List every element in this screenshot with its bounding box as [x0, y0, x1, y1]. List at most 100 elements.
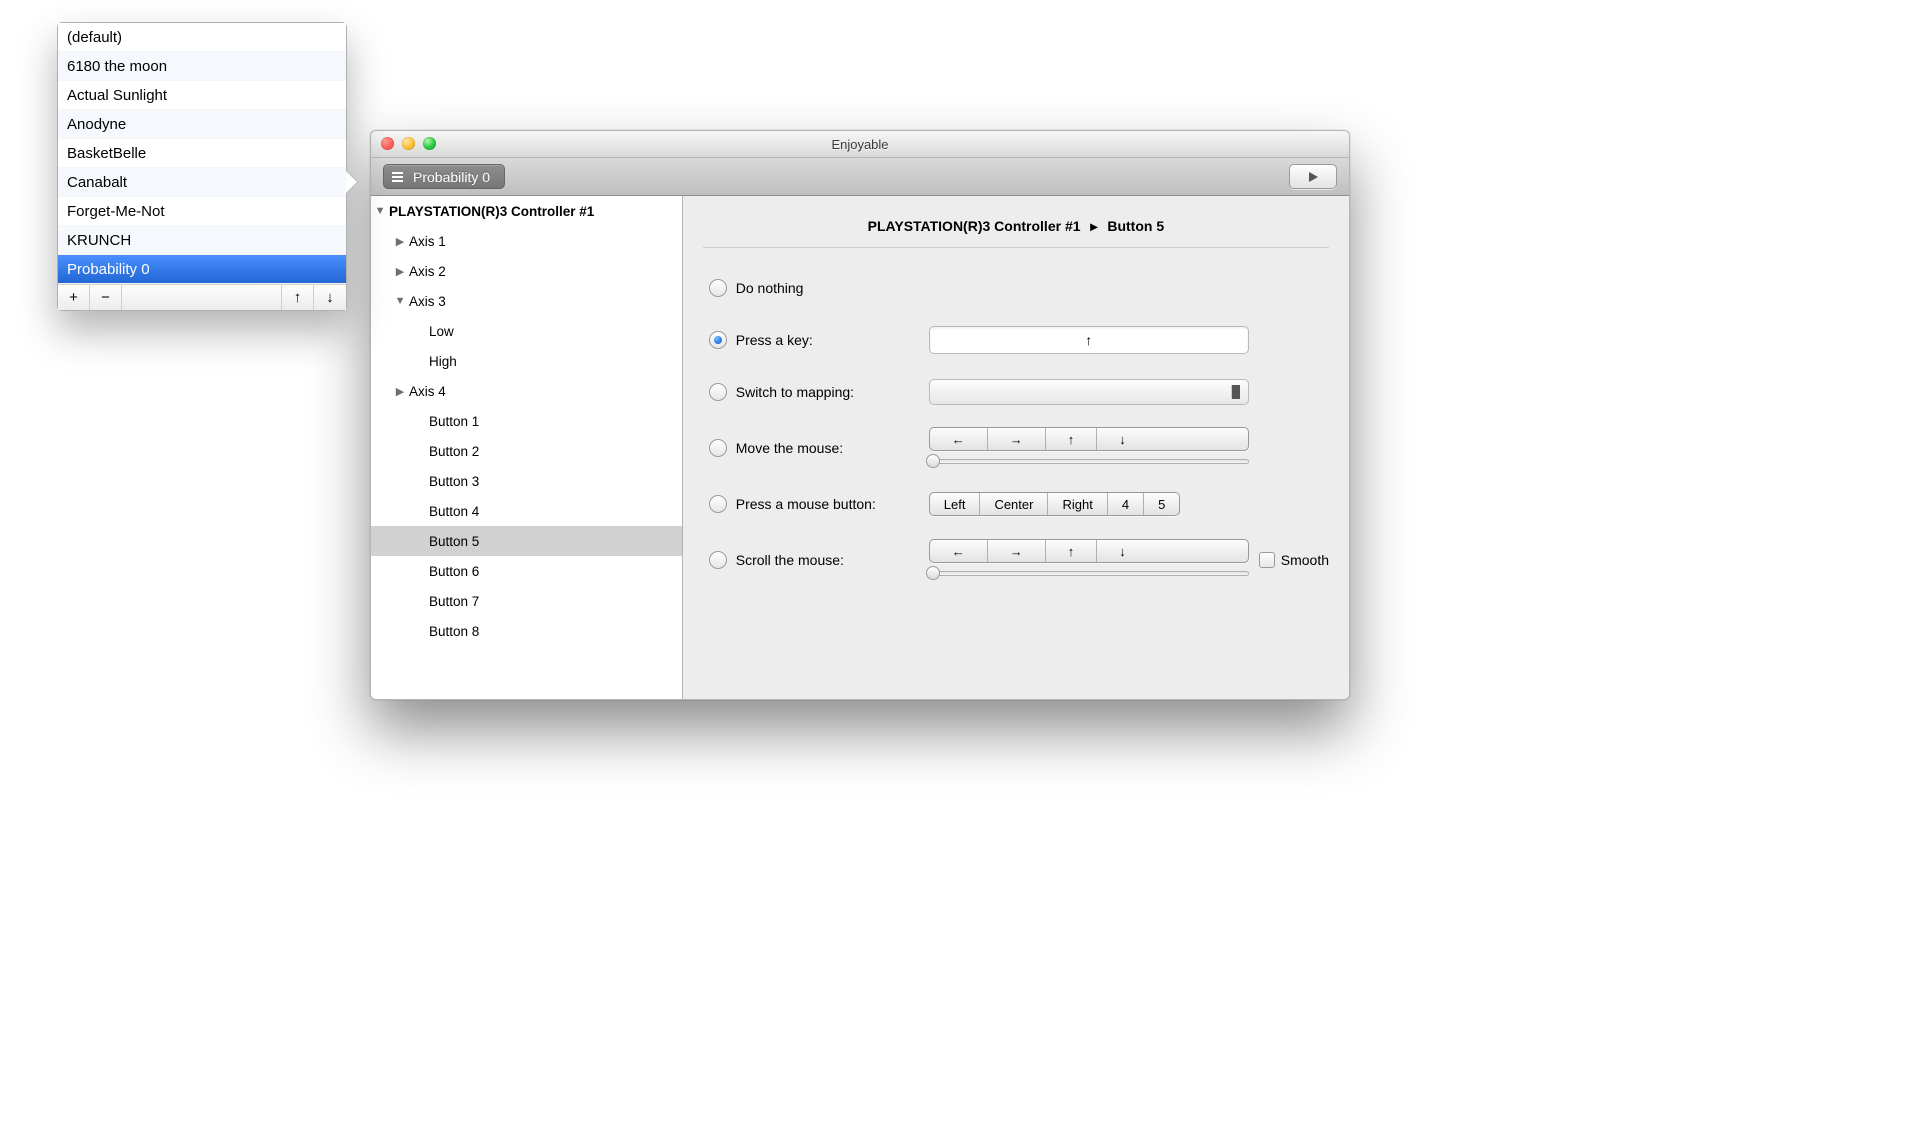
- option-scroll-mouse[interactable]: Scroll the mouse: ←→↑↓ Smooth: [709, 530, 1329, 590]
- mapping-item[interactable]: Forget-Me-Not: [58, 197, 346, 226]
- add-mapping-button[interactable]: +: [58, 285, 90, 310]
- move-direction-segmented[interactable]: ←→↑↓: [929, 427, 1249, 451]
- mouse-btn-Right[interactable]: Right: [1048, 493, 1107, 515]
- radio-press-key[interactable]: [709, 331, 727, 349]
- mappings-popover: (default)6180 the moonActual SunlightAno…: [57, 22, 347, 311]
- slider-track: [929, 571, 1249, 576]
- tree-item-label: Button 7: [429, 594, 479, 609]
- mouse-btn-5[interactable]: 5: [1144, 493, 1179, 515]
- switch-mapping-popup[interactable]: ▴▾: [929, 379, 1249, 405]
- mapping-item[interactable]: 6180 the moon: [58, 52, 346, 81]
- tree-item[interactable]: Button 2: [371, 436, 682, 466]
- mapping-item[interactable]: BasketBelle: [58, 139, 346, 168]
- tree-item[interactable]: ▶Axis 1: [371, 226, 682, 256]
- move-dir-←[interactable]: ←: [930, 428, 988, 450]
- key-field-value: ↑: [1085, 332, 1092, 348]
- label-move-mouse: Move the mouse:: [736, 440, 843, 456]
- chevron-up-down-icon: ▴▾: [1234, 384, 1239, 400]
- scroll-dir-↑[interactable]: ↑: [1046, 540, 1098, 562]
- tree-item[interactable]: Low: [371, 316, 682, 346]
- heading-device: PLAYSTATION(R)3 Controller #1: [868, 218, 1081, 234]
- move-dir-↓[interactable]: ↓: [1097, 428, 1148, 450]
- tree-item[interactable]: Button 7: [371, 586, 682, 616]
- tree-item-label: Axis 3: [409, 294, 446, 309]
- slider-thumb[interactable]: [926, 566, 940, 580]
- tree-item-label: Button 5: [429, 534, 479, 549]
- tree-item-label: Button 6: [429, 564, 479, 579]
- tree-item[interactable]: ▶ Axis 2: [371, 256, 682, 286]
- option-do-nothing[interactable]: Do nothing: [709, 262, 1329, 314]
- caret-down-icon: ▼: [395, 295, 405, 307]
- mapping-item[interactable]: Actual Sunlight: [58, 81, 346, 110]
- tree-item-label: High: [429, 354, 457, 369]
- current-mapping-label: Probability 0: [413, 169, 490, 185]
- slider-track: [929, 459, 1249, 464]
- scroll-speed-slider[interactable]: [929, 571, 1249, 581]
- mouse-btn-4[interactable]: 4: [1108, 493, 1144, 515]
- mouse-button-segmented[interactable]: LeftCenterRight45: [929, 492, 1181, 516]
- radio-do-nothing[interactable]: [709, 279, 727, 297]
- key-field[interactable]: ↑: [929, 326, 1249, 354]
- scroll-dir-←[interactable]: ←: [930, 540, 988, 562]
- scroll-direction-segmented[interactable]: ←→↑↓: [929, 539, 1249, 563]
- option-press-key[interactable]: Press a key: ↑: [709, 314, 1329, 366]
- mapping-item[interactable]: Canabalt: [58, 168, 346, 197]
- mouse-btn-Left[interactable]: Left: [930, 493, 981, 515]
- play-button[interactable]: [1289, 164, 1337, 189]
- play-icon: [1307, 171, 1319, 183]
- caret-right-icon: ▶: [395, 385, 405, 398]
- slider-thumb[interactable]: [926, 454, 940, 468]
- caret-right-icon: ▶: [395, 265, 405, 278]
- option-move-mouse[interactable]: Move the mouse: ←→↑↓: [709, 418, 1329, 478]
- tree-item[interactable]: High: [371, 346, 682, 376]
- label-do-nothing: Do nothing: [736, 280, 804, 296]
- tree-item[interactable]: ▶Axis 4: [371, 376, 682, 406]
- tree-item[interactable]: Button 1: [371, 406, 682, 436]
- radio-scroll-mouse[interactable]: [709, 551, 727, 569]
- move-mapping-down-button[interactable]: ↓: [314, 285, 346, 310]
- toolbar: Probability 0: [371, 158, 1349, 196]
- mapping-item[interactable]: KRUNCH: [58, 226, 346, 255]
- label-switch-mapping: Switch to mapping:: [736, 384, 854, 400]
- content-split: ▼ PLAYSTATION(R)3 Controller #1 ▶Axis 1▶…: [371, 196, 1349, 699]
- tree-item[interactable]: Button 8: [371, 616, 682, 646]
- mapping-item[interactable]: (default): [58, 23, 346, 52]
- radio-press-mouse[interactable]: [709, 495, 727, 513]
- footer-spacer: [122, 285, 282, 310]
- option-press-mouse[interactable]: Press a mouse button: LeftCenterRight45: [709, 478, 1329, 530]
- move-dir-→[interactable]: →: [988, 428, 1046, 450]
- tree-item-label: Axis 2: [409, 264, 446, 279]
- scroll-dir-→[interactable]: →: [988, 540, 1046, 562]
- label-scroll-mouse: Scroll the mouse:: [736, 552, 844, 568]
- tree-item[interactable]: Button 6: [371, 556, 682, 586]
- app-window: Enjoyable Probability 0 ▼ PLAYSTATION(R)…: [370, 130, 1350, 700]
- tree-device-label: PLAYSTATION(R)3 Controller #1: [389, 204, 594, 219]
- tree-item-label: Button 4: [429, 504, 479, 519]
- remove-mapping-button[interactable]: −: [90, 285, 122, 310]
- scroll-dir-↓[interactable]: ↓: [1097, 540, 1148, 562]
- mapping-item[interactable]: Anodyne: [58, 110, 346, 139]
- titlebar: Enjoyable: [371, 131, 1349, 158]
- tree-item-label: Button 2: [429, 444, 479, 459]
- mapping-item[interactable]: Probability 0: [58, 255, 346, 284]
- action-options: Do nothing Press a key: ↑: [683, 248, 1349, 590]
- move-dir-↑[interactable]: ↑: [1046, 428, 1098, 450]
- mappings-list[interactable]: (default)6180 the moonActual SunlightAno…: [58, 23, 346, 284]
- tree-device[interactable]: ▼ PLAYSTATION(R)3 Controller #1: [371, 196, 682, 226]
- smooth-checkbox[interactable]: [1259, 552, 1275, 568]
- label-press-mouse: Press a mouse button:: [736, 496, 876, 512]
- tree-item[interactable]: Button 4: [371, 496, 682, 526]
- smooth-label: Smooth: [1281, 552, 1329, 568]
- mouse-btn-Center[interactable]: Center: [980, 493, 1048, 515]
- current-mapping-selector[interactable]: Probability 0: [383, 164, 505, 189]
- move-speed-slider[interactable]: [929, 459, 1249, 469]
- radio-move-mouse[interactable]: [709, 439, 727, 457]
- option-switch-mapping[interactable]: Switch to mapping: ▴▾: [709, 366, 1329, 418]
- input-tree[interactable]: ▼ PLAYSTATION(R)3 Controller #1 ▶Axis 1▶…: [371, 196, 683, 699]
- tree-item[interactable]: Button 5: [371, 526, 682, 556]
- radio-switch-mapping[interactable]: [709, 383, 727, 401]
- mappings-footer: + − ↑ ↓: [58, 284, 346, 310]
- tree-item[interactable]: Button 3: [371, 466, 682, 496]
- move-mapping-up-button[interactable]: ↑: [282, 285, 314, 310]
- tree-item[interactable]: ▼ Axis 3: [371, 286, 682, 316]
